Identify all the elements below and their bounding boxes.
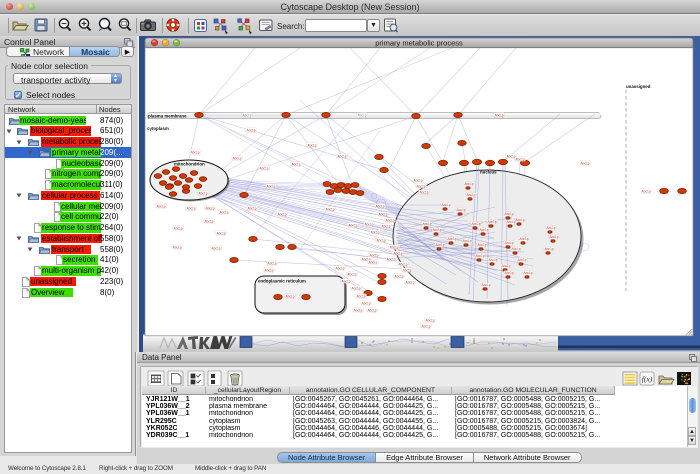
svg-text:Abc1p: Abc1p [325, 207, 334, 211]
svg-text:Abc1p: Abc1p [156, 204, 165, 208]
svg-text:Abc1p: Abc1p [285, 294, 294, 298]
svg-text:Abc1p: Abc1p [471, 222, 480, 226]
svg-text:Abc1p: Abc1p [204, 219, 213, 223]
svg-text:Abc1p: Abc1p [267, 261, 276, 265]
svg-text:Abc1p: Abc1p [247, 206, 256, 210]
svg-text:endoplasmic reticulum: endoplasmic reticulum [258, 279, 306, 284]
svg-text:Abc1p: Abc1p [494, 113, 503, 117]
svg-text:nucleus: nucleus [480, 170, 497, 175]
svg-text:Abc1p: Abc1p [205, 206, 214, 210]
svg-text:Abc1p: Abc1p [422, 222, 431, 226]
svg-text:Abc1p: Abc1p [219, 210, 228, 214]
svg-text:Abc1p: Abc1p [370, 230, 379, 234]
svg-text:Abc1p: Abc1p [464, 182, 473, 186]
svg-text:Abc1p: Abc1p [393, 251, 402, 255]
svg-text:Abc1p: Abc1p [441, 203, 450, 207]
svg-text:Abc1p: Abc1p [515, 157, 524, 161]
svg-text:Abc1p: Abc1p [367, 308, 376, 312]
svg-text:Abc1p: Abc1p [398, 262, 407, 266]
svg-text:Abc1p: Abc1p [506, 220, 515, 224]
svg-text:Abc1p: Abc1p [232, 156, 241, 160]
svg-text:Abc1p: Abc1p [432, 228, 441, 232]
svg-text:Abc1p: Abc1p [546, 226, 555, 230]
svg-text:Abc1p: Abc1p [477, 243, 486, 247]
svg-text:Abc1p: Abc1p [375, 204, 384, 208]
svg-text:Abc1p: Abc1p [466, 193, 475, 197]
svg-text:Abc1p: Abc1p [421, 324, 430, 328]
svg-text:Abc1p: Abc1p [385, 218, 394, 222]
svg-text:Abc1p: Abc1p [413, 178, 422, 182]
svg-text:Abc1p: Abc1p [523, 271, 532, 275]
svg-text:Abc1p: Abc1p [504, 241, 513, 245]
svg-text:Abc1p: Abc1p [266, 184, 275, 188]
svg-text:Abc1p: Abc1p [389, 245, 398, 249]
svg-text:Abc1p: Abc1p [242, 113, 251, 117]
svg-text:unassigned: unassigned [626, 84, 651, 89]
svg-text:Abc1p: Abc1p [361, 301, 370, 305]
svg-text:Abc1p: Abc1p [456, 208, 465, 212]
svg-text:Abc1p: Abc1p [347, 272, 356, 276]
svg-text:Abc1p: Abc1p [335, 266, 344, 270]
svg-text:Abc1p: Abc1p [378, 212, 387, 216]
svg-text:Abc1p: Abc1p [381, 224, 390, 228]
svg-text:Abc1p: Abc1p [386, 257, 395, 261]
svg-text:Abc1p: Abc1p [549, 235, 558, 239]
svg-text:Abc1p: Abc1p [356, 294, 365, 298]
svg-text:Abc1p: Abc1p [481, 283, 490, 287]
svg-text:Abc1p: Abc1p [337, 154, 346, 158]
svg-text:Abc1p: Abc1p [291, 162, 300, 166]
svg-text:Abc1p: Abc1p [259, 166, 268, 170]
svg-text:Abc1p: Abc1p [190, 150, 199, 154]
svg-text:Abc1p: Abc1p [511, 247, 520, 251]
svg-text:Abc1p: Abc1p [307, 143, 316, 147]
svg-text:Abc1p: Abc1p [173, 226, 182, 230]
svg-text:Abc1p: Abc1p [402, 268, 411, 272]
svg-text:Abc1p: Abc1p [504, 271, 513, 275]
svg-text:Abc1p: Abc1p [416, 184, 425, 188]
svg-text:Abc1p: Abc1p [198, 191, 207, 195]
svg-text:Abc1p: Abc1p [515, 218, 524, 222]
svg-text:Abc1p: Abc1p [364, 222, 373, 226]
svg-text:Abc1p: Abc1p [487, 220, 496, 224]
svg-text:Abc1p: Abc1p [479, 228, 488, 232]
svg-text:Abc1p: Abc1p [405, 280, 414, 284]
svg-text:Abc1p: Abc1p [246, 128, 255, 132]
svg-text:Abc1p: Abc1p [211, 246, 220, 250]
svg-text:Abc1p: Abc1p [580, 161, 589, 165]
svg-text:Abc1p: Abc1p [419, 190, 428, 194]
svg-text:mitochondrion: mitochondrion [174, 162, 205, 167]
svg-text:Abc1p: Abc1p [353, 308, 362, 312]
svg-text:Abc1p: Abc1p [394, 274, 403, 278]
svg-text:Abc1p: Abc1p [186, 206, 195, 210]
svg-text:Abc1p: Abc1p [544, 247, 553, 251]
svg-text:primary metabolic process: primary metabolic process [375, 38, 463, 47]
svg-text:Abc1p: Abc1p [475, 254, 484, 258]
svg-text:Abc1p: Abc1p [517, 258, 526, 262]
svg-text:Abc1p: Abc1p [447, 237, 456, 241]
svg-text:Abc1p: Abc1p [277, 212, 286, 216]
svg-text:Abc1p: Abc1p [462, 239, 471, 243]
svg-text:Abc1p: Abc1p [376, 238, 385, 242]
svg-text:Abc1p: Abc1p [264, 268, 273, 272]
svg-text:Abc1p: Abc1p [488, 258, 497, 262]
svg-text:Abc1p: Abc1p [641, 189, 650, 193]
svg-text:Abc1p: Abc1p [357, 113, 366, 117]
svg-text:plasma membrane: plasma membrane [148, 114, 187, 119]
svg-text:Abc1p: Abc1p [501, 264, 510, 268]
svg-text:Abc1p: Abc1p [504, 212, 513, 216]
svg-text:Abc1p: Abc1p [216, 231, 225, 235]
svg-text:Abc1p: Abc1p [351, 286, 360, 290]
svg-text:Abc1p: Abc1p [519, 237, 528, 241]
svg-text:Abc1p: Abc1p [368, 260, 377, 264]
svg-text:Abc1p: Abc1p [341, 279, 350, 283]
svg-text:cytoplasm: cytoplasm [147, 126, 169, 131]
svg-text:Abc1p: Abc1p [425, 318, 434, 322]
svg-text:Abc1p: Abc1p [435, 243, 444, 247]
svg-text:Abc1p: Abc1p [348, 223, 357, 227]
svg-text:Abc1p: Abc1p [172, 245, 181, 249]
svg-text:f(x): f(x) [642, 375, 653, 384]
